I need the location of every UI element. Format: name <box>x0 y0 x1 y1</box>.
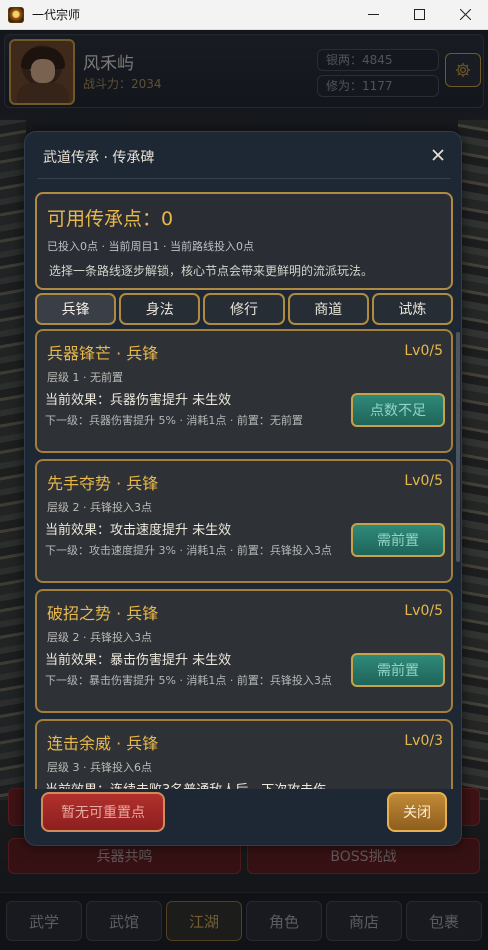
node-effect: 当前效果：兵器伤害提升 未生效 <box>45 393 232 408</box>
inheritance-modal: 武道传承 · 传承碑 可用传承点：0 已投入0点 · 当前周目1 · 当前路线投… <box>24 131 462 846</box>
close-icon <box>459 9 471 20</box>
divider <box>37 178 451 179</box>
node-upgrade-button[interactable]: 需前置 <box>351 653 445 687</box>
tab-weapon[interactable]: 兵锋 <box>35 293 117 325</box>
node-effect: 当前效果：攻击速度提升 未生效 <box>45 523 232 538</box>
close-button[interactable]: 关闭 <box>387 792 447 832</box>
node-level: Lv0/5 <box>404 343 443 359</box>
node-next-level: 下一级：攻击速度提升 3% · 消耗1点 · 前置：兵锋投入3点 <box>45 544 332 557</box>
node-card: 连击余威 · 兵锋 Lv0/3 层级 3 · 兵锋投入6点 当前效果：连续击败3… <box>35 719 453 789</box>
tab-commerce[interactable]: 商道 <box>287 293 369 325</box>
maximize-button[interactable] <box>396 0 442 30</box>
window-titlebar: 一代宗师 <box>0 0 488 30</box>
node-tier: 层级 2 · 兵锋投入3点 <box>47 631 152 644</box>
minimize-icon <box>367 14 379 15</box>
node-name: 先手夺势 · 兵锋 <box>47 474 159 493</box>
node-next-level: 下一级：兵器伤害提升 5% · 消耗1点 · 前置：无前置 <box>45 414 303 427</box>
maximize-icon <box>413 9 425 20</box>
node-upgrade-button[interactable]: 点数不足 <box>351 393 445 427</box>
node-upgrade-button[interactable]: 需前置 <box>351 523 445 557</box>
minimize-button[interactable] <box>350 0 396 30</box>
window-close-button[interactable] <box>442 0 488 30</box>
node-name: 连击余威 · 兵锋 <box>47 734 159 753</box>
route-description: 选择一条路线逐步解锁，核心节点会带来更鲜明的流派玩法。 <box>49 264 374 278</box>
node-tier: 层级 1 · 无前置 <box>47 371 123 384</box>
node-tier: 层级 3 · 兵锋投入6点 <box>47 761 152 774</box>
available-points: 可用传承点：0 <box>47 208 174 230</box>
node-level: Lv0/3 <box>404 733 443 749</box>
node-card: 兵器锋芒 · 兵锋 Lv0/5 层级 1 · 无前置 当前效果：兵器伤害提升 未… <box>35 329 453 453</box>
points-meta: 已投入0点 · 当前周目1 · 当前路线投入0点 <box>47 240 254 253</box>
points-summary: 可用传承点：0 已投入0点 · 当前周目1 · 当前路线投入0点 选择一条路线逐… <box>35 192 453 290</box>
node-card: 破招之势 · 兵锋 Lv0/5 层级 2 · 兵锋投入3点 当前效果：暴击伤害提… <box>35 589 453 713</box>
node-next-level: 下一级：暴击伤害提升 5% · 消耗1点 · 前置：兵锋投入3点 <box>45 674 332 687</box>
window-title: 一代宗师 <box>32 8 81 22</box>
node-level: Lv0/5 <box>404 603 443 619</box>
app-icon <box>8 6 24 23</box>
node-tier: 层级 2 · 兵锋投入3点 <box>47 501 152 514</box>
node-effect: 当前效果：暴击伤害提升 未生效 <box>45 653 232 668</box>
route-tabs: 兵锋 身法 修行 商道 试炼 <box>35 293 454 325</box>
node-list[interactable]: 兵器锋芒 · 兵锋 Lv0/5 层级 1 · 无前置 当前效果：兵器伤害提升 未… <box>35 329 453 789</box>
node-level: Lv0/5 <box>404 473 443 489</box>
reset-points-button[interactable]: 暂无可重置点 <box>41 792 165 832</box>
modal-close-button[interactable] <box>427 144 449 166</box>
tab-trial[interactable]: 试炼 <box>371 293 454 325</box>
node-card: 先手夺势 · 兵锋 Lv0/5 层级 2 · 兵锋投入3点 当前效果：攻击速度提… <box>35 459 453 583</box>
close-icon <box>432 149 444 161</box>
node-effect: 当前效果：连续击败3名普通敌人后，下次攻击伤 <box>45 779 326 789</box>
tab-cultivation[interactable]: 修行 <box>203 293 285 325</box>
node-name: 兵器锋芒 · 兵锋 <box>47 344 159 363</box>
tab-agility[interactable]: 身法 <box>119 293 201 325</box>
modal-title: 武道传承 · 传承碑 <box>43 150 155 166</box>
node-name: 破招之势 · 兵锋 <box>47 604 159 623</box>
list-scrollbar[interactable] <box>456 332 460 562</box>
